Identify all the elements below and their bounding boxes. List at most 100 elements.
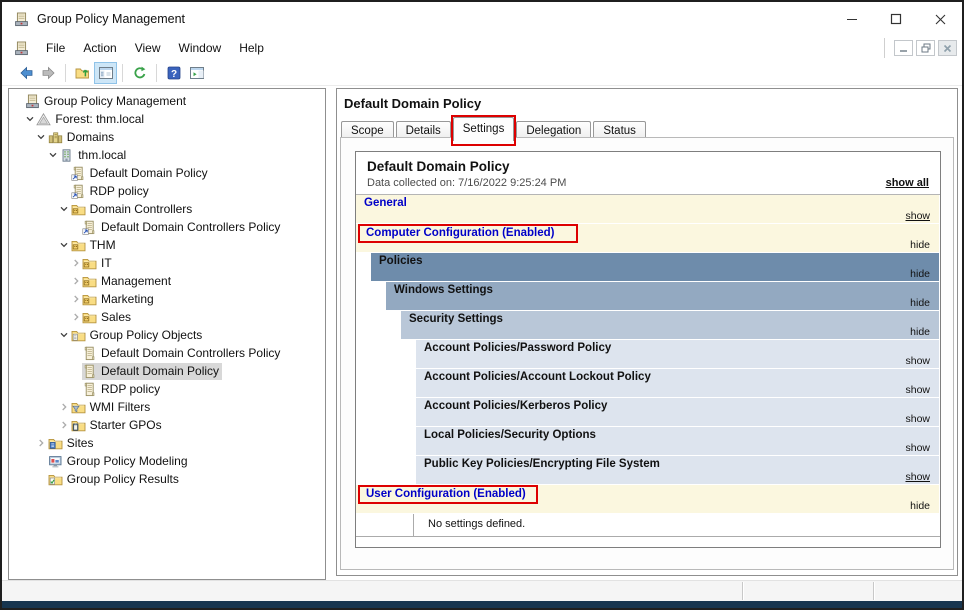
close-button[interactable] (918, 2, 962, 36)
tree-item[interactable]: Group Policy Results (9, 470, 325, 488)
back-button[interactable] (14, 62, 37, 84)
maximize-button[interactable] (874, 2, 918, 36)
chevron-down-icon[interactable] (58, 328, 71, 342)
tree-item[interactable]: Default Domain Policy (9, 362, 325, 380)
show-link[interactable]: show (905, 442, 930, 454)
tree-item[interactable]: Marketing (9, 290, 325, 308)
section-band: Account Policies/Kerberos Policy show (416, 398, 939, 426)
status-bar-divider (873, 582, 874, 600)
up-one-level-button[interactable] (71, 62, 94, 84)
show-link[interactable]: show (905, 355, 930, 367)
toolbar-separator (156, 63, 157, 82)
tree-item-label: Starter GPOs (89, 418, 162, 432)
hide-link[interactable]: hide (910, 297, 930, 309)
tree-item[interactable]: RDP policy (9, 182, 325, 200)
child-restore-button[interactable] (916, 40, 935, 56)
tree-item[interactable]: Default Domain Policy (9, 164, 325, 182)
chevron-down-icon[interactable] (35, 130, 48, 144)
show-all-link[interactable]: show all (886, 177, 929, 189)
tree-item[interactable]: Sites (9, 434, 325, 452)
tree-item[interactable]: Default Domain Controllers Policy (9, 218, 325, 236)
forward-button[interactable] (37, 62, 60, 84)
section-label[interactable]: General (364, 197, 407, 209)
chevron-down-icon[interactable] (58, 238, 71, 252)
section-band: Computer Configuration (Enabled) hide (356, 224, 939, 252)
chevron-right-icon[interactable] (69, 256, 82, 270)
help-button[interactable]: ? (162, 62, 185, 84)
show-link[interactable]: show (905, 471, 930, 483)
tree-item[interactable]: Group Policy Modeling (9, 452, 325, 470)
chevron-right-icon[interactable] (58, 400, 71, 414)
ou-folder-icon (71, 238, 87, 253)
minimize-button[interactable] (830, 2, 874, 36)
tree-item[interactable]: Domain Controllers (9, 200, 325, 218)
section-label[interactable]: User Configuration (Enabled) (358, 485, 538, 504)
show-link[interactable]: show (905, 413, 930, 425)
menu-window[interactable]: Window (170, 37, 231, 59)
section-band: Account Policies/Account Lockout Policy s… (416, 369, 939, 397)
child-close-button[interactable] (938, 40, 957, 56)
tree-item[interactable]: Domains (9, 128, 325, 146)
chevron-right-icon[interactable] (69, 292, 82, 306)
tree-item[interactable]: Forest: thm.local (9, 110, 325, 128)
tree-item[interactable]: IT (9, 254, 325, 272)
chevron-down-icon[interactable] (46, 148, 59, 162)
ou-folder-icon (82, 256, 98, 271)
menu-action[interactable]: Action (74, 37, 125, 59)
section-band: General show (356, 195, 939, 223)
menu-file[interactable]: File (37, 37, 74, 59)
no-settings-text: No settings defined. (428, 518, 526, 530)
tree-item[interactable]: WMI Filters (9, 398, 325, 416)
tree-item[interactable]: Management (9, 272, 325, 290)
report-section: Account Policies/Password Policy show (356, 340, 940, 369)
show-action-pane-button[interactable] (185, 62, 208, 84)
refresh-button[interactable] (128, 62, 151, 84)
hide-link[interactable]: hide (910, 268, 930, 280)
report-section: User Configuration (Enabled) hide (356, 485, 940, 514)
show-console-tree-button[interactable] (94, 61, 117, 84)
tree-item[interactable]: THM (9, 236, 325, 254)
pane-splitter[interactable] (327, 88, 335, 580)
hide-link[interactable]: hide (910, 326, 930, 338)
toolbar: ? (2, 60, 962, 86)
gp-modeling-icon (48, 454, 64, 469)
child-minimize-button[interactable] (894, 40, 913, 56)
tree-item[interactable]: Starter GPOs (9, 416, 325, 434)
hide-link[interactable]: hide (910, 500, 930, 512)
tree-item[interactable]: RDP policy (9, 380, 325, 398)
chevron-right-icon[interactable] (35, 436, 48, 450)
tree-item[interactable]: Default Domain Controllers Policy (9, 344, 325, 362)
tree-item[interactable]: Sales (9, 308, 325, 326)
tab-settings[interactable]: Settings (450, 115, 517, 146)
tree-item-label: thm.local (78, 148, 127, 162)
ou-folder-icon (71, 202, 87, 217)
report-section: General show (356, 195, 940, 224)
toolbar-separator (122, 63, 123, 82)
title-bar: Group Policy Management (2, 2, 962, 36)
window-bottom-edge (2, 601, 962, 608)
chevron-down-icon[interactable] (58, 202, 71, 216)
hide-link[interactable]: hide (910, 239, 930, 251)
report-section: Security Settings hide (356, 311, 940, 340)
menu-bar: File Action View Window Help (2, 36, 962, 60)
empty-indent-cell (356, 514, 414, 536)
chevron-down-icon[interactable] (23, 112, 36, 126)
chevron-right-icon[interactable] (58, 418, 71, 432)
domain-icon (59, 148, 75, 163)
tree-item-label: WMI Filters (89, 400, 151, 414)
report-section: Local Policies/Security Options show (356, 427, 940, 456)
chevron-right-icon[interactable] (69, 310, 82, 324)
tree-item[interactable]: Group Policy Management (9, 92, 325, 110)
tree-item[interactable]: thm.local (9, 146, 325, 164)
section-label: Policies (379, 255, 423, 267)
section-label[interactable]: Computer Configuration (Enabled) (358, 224, 579, 243)
menu-help[interactable]: Help (230, 37, 273, 59)
tree-item-label: Marketing (101, 292, 154, 306)
report-section: Computer Configuration (Enabled) hide (356, 224, 940, 253)
tree-item[interactable]: Group Policy Objects (9, 326, 325, 344)
show-link[interactable]: show (905, 384, 930, 396)
menu-view[interactable]: View (126, 37, 170, 59)
chevron-right-icon[interactable] (69, 274, 82, 288)
section-label: Account Policies/Kerberos Policy (424, 400, 608, 412)
show-link[interactable]: show (905, 210, 930, 222)
